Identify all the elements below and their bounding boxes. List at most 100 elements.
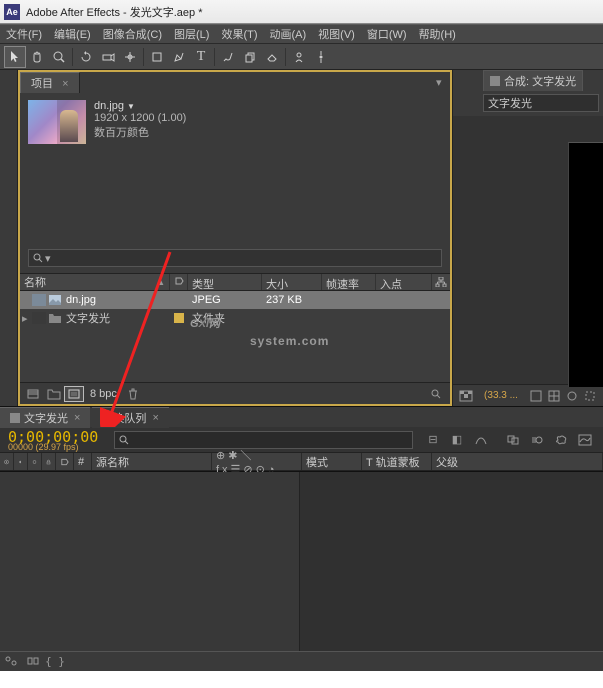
expand-pane-icon[interactable] — [22, 652, 44, 670]
col-rate[interactable]: 帧速率 — [322, 274, 376, 290]
zoom-level[interactable]: (33.3 ... — [480, 390, 522, 401]
timeline-tab-comp[interactable]: 文字发光 × — [0, 407, 90, 428]
col-track-matte[interactable]: T 轨道蒙板 — [362, 453, 432, 470]
timeline-track-area[interactable] — [300, 472, 603, 651]
trash-icon[interactable] — [123, 386, 143, 402]
title-bar: Ae Adobe After Effects - 发光文字.aep * — [0, 0, 603, 24]
menu-composition[interactable]: 图像合成(C) — [103, 26, 162, 42]
label-swatch[interactable] — [32, 294, 46, 306]
motion-blur-icon[interactable] — [525, 431, 549, 449]
col-solo-icon[interactable] — [28, 453, 42, 470]
grid-icon[interactable] — [545, 388, 563, 404]
col-lock-icon[interactable] — [42, 453, 56, 470]
timeline-footer: { } — [0, 651, 603, 671]
timeline-layer-area[interactable] — [0, 472, 300, 651]
anchor-tool-icon[interactable] — [119, 46, 141, 68]
search-icon — [33, 253, 43, 263]
close-icon[interactable]: × — [74, 412, 80, 424]
roto-tool-icon[interactable] — [288, 46, 310, 68]
new-folder-icon[interactable] — [44, 386, 64, 402]
label-swatch[interactable] — [32, 312, 46, 324]
brush-tool-icon[interactable] — [217, 46, 239, 68]
list-item[interactable]: ▸ 文字发光 文件夹 — [20, 309, 450, 327]
comp-mini-flowchart-icon[interactable]: ⊟ — [421, 431, 445, 449]
col-video-icon[interactable] — [0, 453, 14, 470]
mask-icon[interactable] — [563, 388, 581, 404]
timeline-panel: 文字发光 × 渲染队列 × 0;00;00;00 00000 (29.97 fp… — [0, 406, 603, 671]
comp-icon — [10, 413, 20, 423]
close-icon[interactable]: × — [152, 412, 158, 424]
bracket-icon[interactable]: { } — [44, 652, 66, 670]
dropdown-icon[interactable]: ▼ — [127, 102, 135, 111]
clone-tool-icon[interactable] — [239, 46, 261, 68]
timeline-body[interactable] — [0, 471, 603, 651]
composition-panel: 合成: 文字发光 文字发光 (33.3 ... — [452, 70, 603, 406]
col-label-icon[interactable] — [56, 453, 74, 470]
composition-tab[interactable]: 合成: 文字发光 — [483, 70, 583, 91]
list-item[interactable]: dn.jpg JPEG 237 KB — [20, 291, 450, 309]
search-icon[interactable] — [426, 386, 446, 402]
col-parent[interactable]: 父级 — [432, 453, 603, 470]
shy-icon[interactable] — [469, 431, 493, 449]
bpc-label[interactable]: 8 bpc — [90, 388, 117, 400]
tool-bar: T — [0, 44, 603, 70]
timeline-tab-render[interactable]: 渲染队列 × — [92, 407, 168, 428]
menu-window[interactable]: 窗口(W) — [367, 26, 407, 42]
eraser-tool-icon[interactable] — [261, 46, 283, 68]
menu-layer[interactable]: 图层(L) — [174, 26, 209, 42]
asset-colors: 数百万颜色 — [94, 124, 186, 140]
pen-tool-icon[interactable] — [168, 46, 190, 68]
close-icon[interactable]: × — [62, 78, 68, 90]
draft-3d-icon[interactable]: ◧ — [445, 431, 469, 449]
col-number[interactable]: # — [74, 453, 92, 470]
region-icon[interactable] — [581, 388, 599, 404]
hand-tool-icon[interactable] — [26, 46, 48, 68]
camera-tool-icon[interactable] — [97, 46, 119, 68]
col-switches[interactable]: ⊕✱＼fx☰⊘⊙◔ — [212, 453, 302, 470]
project-list[interactable]: dn.jpg JPEG 237 KB ▸ 文字发光 文件夹 — [20, 291, 450, 382]
col-in[interactable]: 入点 — [376, 274, 432, 290]
panel-menu-icon[interactable]: ▾ — [436, 76, 450, 89]
watermark-sub: system.com — [250, 334, 329, 348]
twirl-icon[interactable]: ▸ — [22, 312, 32, 325]
menu-file[interactable]: 文件(F) — [6, 26, 42, 42]
col-label[interactable] — [170, 274, 188, 290]
item-size: 237 KB — [262, 294, 322, 306]
menu-help[interactable]: 帮助(H) — [419, 26, 456, 42]
toggle-switches-icon[interactable] — [0, 652, 22, 670]
composition-dropdown[interactable]: 文字发光 — [483, 94, 599, 112]
item-name: dn.jpg — [66, 294, 96, 306]
brainstorm-icon[interactable] — [549, 431, 573, 449]
menu-edit[interactable]: 编辑(E) — [54, 26, 91, 42]
col-name[interactable]: 名称▲ — [20, 274, 170, 290]
col-source[interactable]: 源名称 — [92, 453, 212, 470]
project-search[interactable]: ▾ — [28, 249, 442, 267]
sort-icon: ▲ — [157, 278, 165, 287]
watermark: GXI网 — [190, 302, 220, 334]
menu-effect[interactable]: 效果(T) — [221, 26, 257, 42]
selection-tool-icon[interactable] — [4, 46, 26, 68]
asset-preview: dn.jpg ▼ 1920 x 1200 (1.00) 数百万颜色 — [20, 92, 450, 152]
rotate-tool-icon[interactable] — [75, 46, 97, 68]
menu-animation[interactable]: 动画(A) — [270, 26, 307, 42]
col-audio-icon[interactable] — [14, 453, 28, 470]
text-tool-icon[interactable]: T — [190, 46, 212, 68]
zoom-tool-icon[interactable] — [48, 46, 70, 68]
col-flowchart-icon[interactable] — [432, 274, 450, 290]
graph-editor-icon[interactable] — [573, 431, 597, 449]
resolution-icon[interactable] — [527, 388, 545, 404]
frame-blend-icon[interactable] — [501, 431, 525, 449]
label-swatch[interactable] — [174, 313, 184, 323]
composition-viewer[interactable] — [453, 116, 603, 384]
timeline-search[interactable] — [114, 431, 413, 449]
col-type[interactable]: 类型 — [188, 274, 262, 290]
interpret-footage-icon[interactable] — [24, 386, 44, 402]
new-comp-icon[interactable] — [64, 386, 84, 402]
puppet-tool-icon[interactable] — [310, 46, 332, 68]
col-size[interactable]: 大小 — [262, 274, 322, 290]
toggle-alpha-icon[interactable] — [457, 388, 475, 404]
col-mode[interactable]: 模式 — [302, 453, 362, 470]
project-tab[interactable]: 项目 × — [20, 72, 80, 93]
shape-tool-icon[interactable] — [146, 46, 168, 68]
menu-view[interactable]: 视图(V) — [318, 26, 355, 42]
